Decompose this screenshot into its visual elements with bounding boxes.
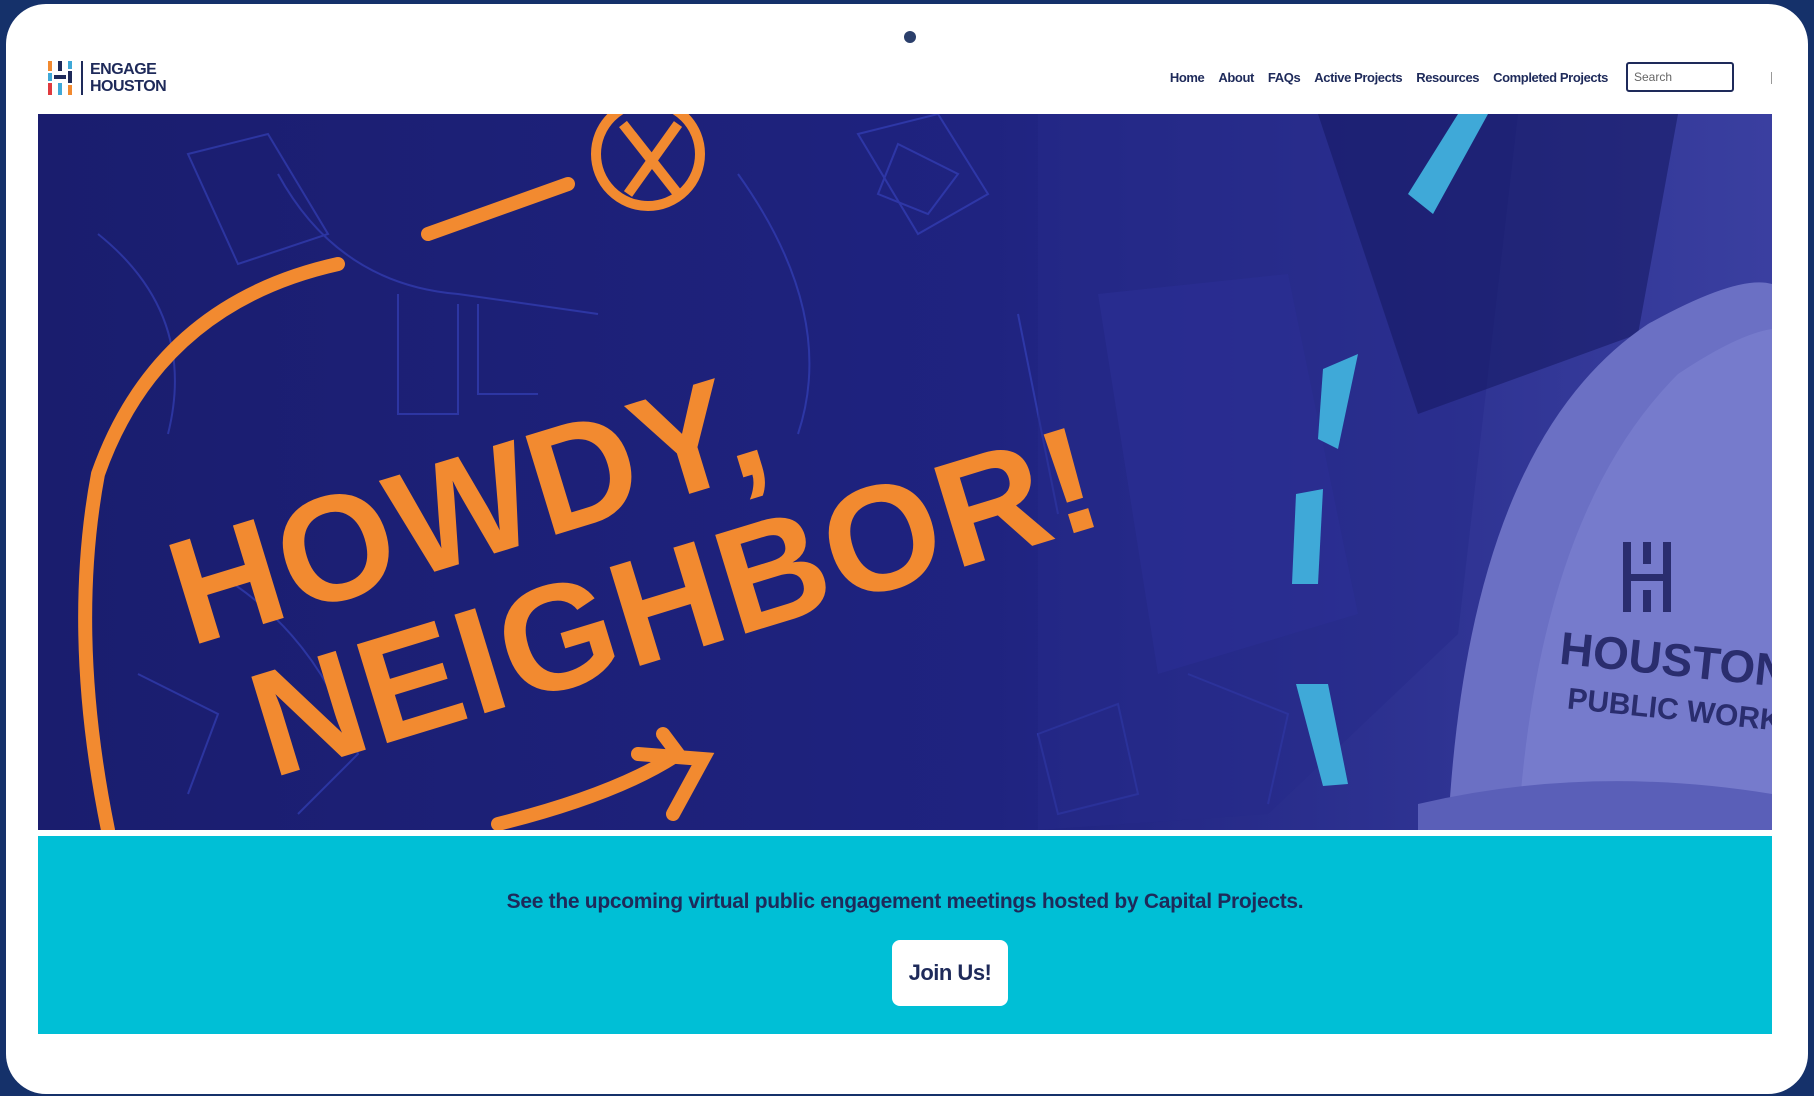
site-header: ENGAGE HOUSTON Home About FAQs Active Pr… (38, 48, 1772, 114)
logo-line-1: ENGAGE (90, 61, 157, 78)
website: ENGAGE HOUSTON Home About FAQs Active Pr… (38, 48, 1772, 1034)
houston-h-logo-icon (48, 61, 72, 95)
hero-artwork: HOUSTON PUBLIC WORKS HOWDY, NEIGHBOR! (38, 114, 1772, 830)
join-us-button[interactable]: Join Us! (892, 940, 1008, 1006)
search-input[interactable] (1626, 62, 1734, 92)
nav-edge-mark (1771, 72, 1772, 84)
nav-home[interactable]: Home (1170, 70, 1205, 85)
logo-line-2: HOUSTON (90, 78, 167, 95)
nav-faqs[interactable]: FAQs (1268, 70, 1301, 85)
engage-houston-logo[interactable]: ENGAGE HOUSTON (46, 58, 167, 98)
nav-about[interactable]: About (1218, 70, 1254, 85)
logo-divider (81, 61, 83, 95)
main-nav: Home About FAQs Active Projects Resource… (1156, 62, 1734, 92)
hero-banner: HOUSTON PUBLIC WORKS HOWDY, NEIGHBOR! (38, 114, 1772, 830)
nav-completed-projects[interactable]: Completed Projects (1493, 70, 1608, 85)
banner-text: See the upcoming virtual public engageme… (506, 890, 1304, 913)
nav-resources[interactable]: Resources (1416, 70, 1479, 85)
logo-text: ENGAGE HOUSTON (90, 61, 167, 95)
tablet-frame: ENGAGE HOUSTON Home About FAQs Active Pr… (6, 4, 1808, 1094)
nav-active-projects[interactable]: Active Projects (1314, 70, 1402, 85)
camera-dot (904, 31, 916, 43)
meetings-banner: See the upcoming virtual public engageme… (38, 836, 1772, 1034)
